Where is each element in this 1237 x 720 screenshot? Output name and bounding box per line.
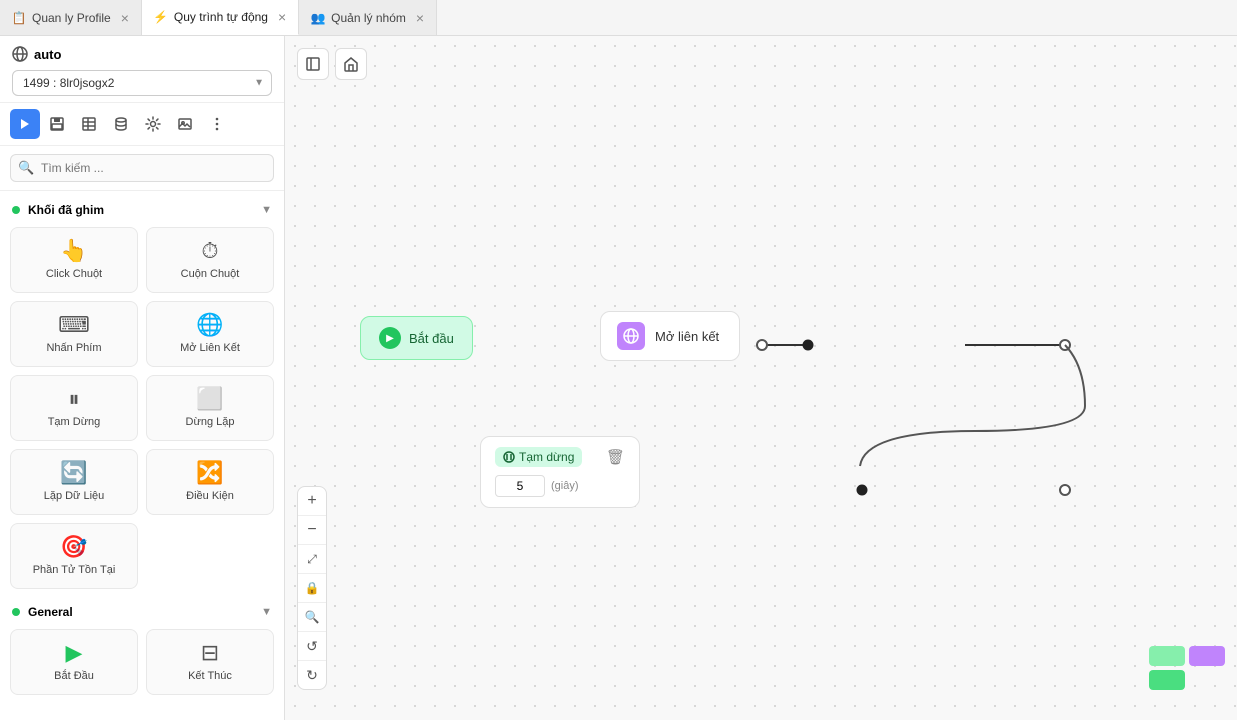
section-general-header[interactable]: General ▼ — [0, 599, 284, 625]
lap-du-lieu-icon: 🔄 — [60, 462, 87, 484]
sidebar-search: 🔍 — [0, 146, 284, 191]
sidebar: auto 1499 : 8lr0jsogx2 ▼ — [0, 36, 285, 720]
block-grid-general: ▶ Bắt Đầu ⊟ Kết Thúc — [0, 625, 284, 705]
sidebar-header: auto 1499 : 8lr0jsogx2 ▼ — [0, 36, 284, 103]
dot-green-icon — [12, 206, 20, 214]
db-button[interactable] — [106, 109, 136, 139]
section-general-label: General — [12, 605, 73, 619]
tab-quan-ly-nhom[interactable]: 👥 Quản lý nhóm × — [299, 0, 437, 35]
block-nhan-phim[interactable]: ⌨ Nhấn Phím — [10, 301, 138, 367]
globe-icon — [12, 46, 28, 62]
sidebar-blocks: Khối đã ghim ▼ 👆 Click Chuột ⏱ Cuộn Chuộ… — [0, 191, 284, 720]
dot-green-general-icon — [12, 608, 20, 616]
block-dung-lap[interactable]: ⬜ Dừng Lặp — [146, 375, 274, 441]
start-node[interactable]: ▶ Bắt đầu — [360, 316, 473, 360]
tab-icon-quan-ly-profile: 📋 — [12, 11, 26, 25]
open-url-icon — [617, 322, 645, 350]
more-button[interactable] — [202, 109, 232, 139]
block-click-chuot[interactable]: 👆 Click Chuột — [10, 227, 138, 293]
tab-label-quan-ly-profile: Quan ly Profile — [32, 11, 111, 25]
tab-icon-quy-trinh: ⚡ — [154, 10, 168, 24]
home-button[interactable] — [335, 48, 367, 80]
start-node-label: Bắt đầu — [409, 331, 454, 346]
search-wrapper: 🔍 — [10, 154, 274, 182]
tab-label-quy-trinh: Quy trình tự động — [174, 10, 268, 24]
tab-quan-ly-profile[interactable]: 📋 Quan ly Profile × — [0, 0, 142, 35]
sidebar-toggle-button[interactable] — [297, 48, 329, 80]
pause-unit-label: (giây) — [551, 480, 579, 492]
connections-svg — [285, 36, 1237, 720]
zoom-out-button[interactable]: − — [298, 516, 326, 544]
tab-label-quan-ly-nhom: Quản lý nhóm — [331, 11, 406, 25]
tab-close-quan-ly-nhom[interactable]: × — [416, 11, 424, 25]
legend-row-1 — [1149, 646, 1225, 666]
open-url-label: Mở liên kết — [655, 329, 719, 344]
save-button[interactable] — [42, 109, 72, 139]
pause-inputs: (giây) — [495, 475, 625, 497]
tab-quy-trinh-tu-dong[interactable]: ⚡ Quy trình tự động × — [142, 0, 299, 35]
pause-node[interactable]: Tạm dừng 🗑 (giây) — [480, 436, 640, 508]
open-url-node[interactable]: Mở liên kết — [600, 311, 740, 361]
tab-bar: 📋 Quan ly Profile × ⚡ Quy trình tự động … — [0, 0, 1237, 36]
zoom-in-button[interactable]: + — [298, 487, 326, 515]
block-ket-thuc[interactable]: ⊟ Kết Thúc — [146, 629, 274, 695]
profile-select[interactable]: 1499 : 8lr0jsogx2 — [12, 70, 272, 96]
undo-button[interactable]: ↺ — [298, 632, 326, 660]
legend — [1149, 646, 1225, 690]
block-cuon-chuot[interactable]: ⏱ Cuộn Chuột — [146, 227, 274, 293]
block-lap-du-lieu[interactable]: 🔄 Lặp Dữ Liệu — [10, 449, 138, 515]
dieu-kien-icon: 🔀 — [196, 462, 223, 484]
sidebar-toolbar — [0, 103, 284, 146]
legend-purple-box — [1189, 646, 1225, 666]
nhan-phim-icon: ⌨ — [58, 314, 90, 336]
block-mo-lien-ket[interactable]: 🌐 Mở Liên Kết — [146, 301, 274, 367]
mo-lien-ket-icon: 🌐 — [196, 314, 223, 336]
pause-delete-button[interactable]: 🗑 — [606, 448, 625, 466]
zoom-search-button[interactable]: 🔍 — [298, 603, 326, 631]
chevron-down-icon: ▼ — [261, 204, 272, 216]
chevron-general-icon: ▼ — [261, 606, 272, 618]
pause-value-input[interactable] — [495, 475, 545, 497]
ket-thuc-icon: ⊟ — [201, 642, 219, 664]
settings-button[interactable] — [138, 109, 168, 139]
dung-lap-icon: ⬜ — [196, 388, 223, 410]
pause-node-header: Tạm dừng 🗑 — [495, 447, 625, 467]
zoom-controls: + − ⤢ 🔒 🔍 ↺ ↻ — [297, 486, 327, 690]
start-node-icon: ▶ — [379, 327, 401, 349]
block-grid-khoi-da-ghim: 👆 Click Chuột ⏱ Cuộn Chuột ⌨ Nhấn Phím 🌐… — [0, 223, 284, 599]
section-khoi-da-ghim-label: Khối đã ghim — [12, 203, 104, 217]
legend-green2-box — [1149, 670, 1185, 690]
cuon-chuot-icon: ⏱ — [201, 240, 218, 262]
lock-button[interactable]: 🔒 — [298, 574, 326, 602]
profile-select-wrapper: 1499 : 8lr0jsogx2 ▼ — [12, 70, 272, 96]
tam-dung-icon: ⏸ — [68, 388, 79, 410]
legend-row-2 — [1149, 670, 1225, 690]
tab-close-quan-ly-profile[interactable]: × — [121, 11, 129, 25]
block-bat-dau[interactable]: ▶ Bắt Đầu — [10, 629, 138, 695]
auto-text: auto — [34, 47, 61, 62]
auto-label: auto — [12, 46, 272, 62]
search-icon: 🔍 — [18, 160, 34, 176]
phan-tu-ton-tai-icon: 🎯 — [60, 536, 87, 558]
table-button[interactable] — [74, 109, 104, 139]
play-button[interactable] — [10, 109, 40, 139]
legend-green-box — [1149, 646, 1185, 666]
tab-icon-quan-ly-nhom: 👥 — [311, 11, 325, 25]
fit-view-button[interactable]: ⤢ — [298, 545, 326, 573]
image-button[interactable] — [170, 109, 200, 139]
main-layout: auto 1499 : 8lr0jsogx2 ▼ — [0, 36, 1237, 720]
search-input[interactable] — [10, 154, 274, 182]
tab-close-quy-trinh[interactable]: × — [278, 10, 286, 24]
canvas-top-bar — [297, 48, 367, 80]
redo-button[interactable]: ↻ — [298, 661, 326, 689]
block-dieu-kien[interactable]: 🔀 Điều Kiện — [146, 449, 274, 515]
pause-label: Tạm dừng — [519, 450, 574, 464]
click-chuot-icon: 👆 — [60, 240, 87, 262]
canvas-area[interactable]: ▶ Bắt đầu Mở liên kết Tạm dừng 🗑 (giây) — [285, 36, 1237, 720]
bat-dau-icon: ▶ — [66, 642, 83, 664]
block-tam-dung[interactable]: ⏸ Tạm Dừng — [10, 375, 138, 441]
pause-icon-wrap: Tạm dừng — [495, 447, 582, 467]
block-phan-tu-ton-tai[interactable]: 🎯 Phần Tử Tồn Tại — [10, 523, 138, 589]
section-khoi-da-ghim-header[interactable]: Khối đã ghim ▼ — [0, 197, 284, 223]
